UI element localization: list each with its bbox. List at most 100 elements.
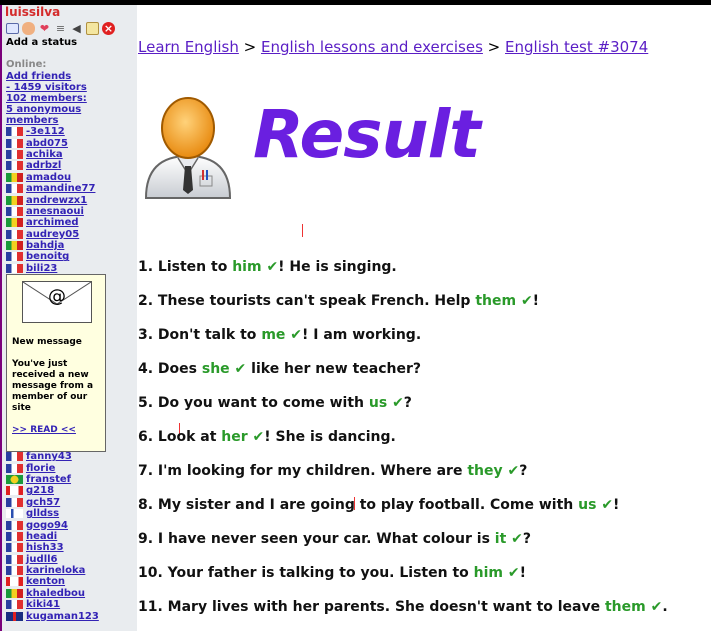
answer-text: 3. Don't talk to [138, 327, 262, 343]
close-icon[interactable]: × [102, 21, 115, 35]
breadcrumb-separator: > [482, 38, 506, 56]
answer-text: 1. Listen to [138, 259, 233, 275]
member-name[interactable]: bahdja [26, 240, 64, 251]
flag-icon [6, 566, 23, 576]
answers-list: 1. Listen to him ✔! He is singing. 2. The… [138, 258, 711, 632]
answer-text: ! [613, 497, 620, 513]
member-name[interactable]: fanny43 [26, 451, 72, 462]
member-item[interactable]: andrewzx1 [2, 194, 137, 206]
member-name[interactable]: kiki41 [26, 599, 60, 610]
mail-icon[interactable] [6, 22, 19, 34]
member-item[interactable]: hish33 [2, 542, 137, 553]
member-name[interactable]: abd075 [26, 138, 68, 149]
answer-word: us [368, 395, 388, 411]
new-message-popup[interactable]: @ New message You've just received a new… [6, 274, 106, 452]
check-icon: ✔ [507, 565, 520, 581]
member-item[interactable]: judll6 [2, 554, 137, 565]
add-status-link[interactable]: Add a status [2, 37, 137, 49]
member-name[interactable]: andrewzx1 [26, 195, 87, 206]
member-name[interactable]: franstef [26, 474, 71, 485]
member-item[interactable]: audrey05 [2, 229, 137, 240]
member-item[interactable]: gogo94 [2, 519, 137, 531]
breadcrumb-lessons[interactable]: English lessons and exercises [261, 38, 483, 56]
answer-text: like her new teacher? [246, 361, 421, 377]
member-name[interactable]: kenton [26, 576, 65, 587]
flag-icon [6, 531, 23, 541]
member-item[interactable]: -3e112 [2, 126, 137, 137]
member-item[interactable]: anesnaoui [2, 206, 137, 217]
answer-line: 11. Mary lives with her parents. She doe… [138, 598, 711, 632]
heart-icon[interactable]: ❤ [38, 22, 51, 35]
members-count[interactable]: 102 members: [2, 93, 137, 104]
member-name[interactable]: anesnaoui [26, 206, 84, 217]
member-name[interactable]: amadou [26, 172, 71, 183]
add-friends-link[interactable]: Add friends [2, 71, 137, 82]
speaker-icon[interactable]: ◀ [70, 22, 83, 35]
member-name[interactable]: amandine77 [26, 183, 95, 194]
member-item[interactable]: gch57 [2, 497, 137, 508]
read-message-link[interactable]: >> READ << [12, 425, 76, 435]
flag-icon [6, 474, 23, 484]
member-item[interactable]: kiki41 [2, 599, 137, 610]
breadcrumb-test[interactable]: English test #3074 [505, 38, 648, 56]
member-item[interactable]: adrbzl [2, 160, 137, 171]
member-name[interactable]: achika [26, 149, 63, 160]
member-name[interactable]: -3e112 [26, 126, 65, 137]
check-icon: ✔ [290, 327, 303, 343]
member-item[interactable]: kugaman123 [2, 610, 137, 622]
member-item[interactable]: glldss [2, 508, 137, 519]
member-name[interactable]: glldss [26, 508, 59, 519]
member-name[interactable]: gch57 [26, 497, 60, 508]
flag-icon [6, 263, 23, 273]
users-icon[interactable] [22, 21, 35, 35]
member-item[interactable]: fanny43 [2, 451, 137, 462]
member-item[interactable]: g218 [2, 485, 137, 496]
answer-line: 1. Listen to him ✔! He is singing. [138, 258, 711, 292]
member-item[interactable]: kenton [2, 576, 137, 587]
member-name[interactable]: karineloka [26, 565, 85, 576]
flag-icon [6, 149, 23, 159]
member-name[interactable]: florie [26, 463, 55, 474]
member-name[interactable]: khaledbou [26, 588, 85, 599]
answer-line: 8. My sister and I are going to play foo… [138, 496, 711, 530]
member-name[interactable]: audrey05 [26, 229, 79, 240]
anonymous-members[interactable]: 5 anonymous [2, 104, 137, 115]
member-name[interactable]: g218 [26, 485, 54, 496]
member-name[interactable]: archimed [26, 217, 79, 228]
member-name[interactable]: gogo94 [26, 520, 68, 531]
member-name[interactable]: judll6 [26, 554, 58, 565]
username[interactable]: luissilva [2, 5, 137, 19]
breadcrumb-separator: > [238, 38, 261, 56]
member-item[interactable]: florie [2, 462, 137, 474]
member-name[interactable]: kugaman123 [26, 611, 99, 622]
member-item[interactable]: karineloka [2, 565, 137, 576]
member-item[interactable]: abd075 [2, 137, 137, 149]
member-name[interactable]: benoitg [26, 251, 69, 262]
check-icon: ✔ [507, 463, 520, 479]
member-item[interactable]: bili23 [2, 263, 137, 274]
member-item[interactable]: archimed [2, 217, 137, 228]
member-item[interactable]: franstef [2, 474, 137, 485]
anonymous-members-suffix[interactable]: members [2, 115, 137, 126]
member-name[interactable]: adrbzl [26, 160, 61, 171]
member-name[interactable]: bili23 [26, 263, 57, 274]
answer-text: 7. I'm looking for my children. Where ar… [138, 463, 468, 479]
member-item[interactable]: achika [2, 149, 137, 160]
visitors-count[interactable]: - 1459 visitors [2, 82, 137, 93]
member-item[interactable]: amandine77 [2, 183, 137, 194]
member-item[interactable]: amadou [2, 172, 137, 183]
member-item[interactable]: headi [2, 531, 137, 542]
list-icon[interactable]: ≡ [54, 22, 67, 35]
member-item[interactable]: khaledbou [2, 588, 137, 599]
member-item[interactable]: bahdja [2, 240, 137, 251]
flag-icon [6, 195, 23, 205]
member-name[interactable]: hish33 [26, 542, 64, 553]
flag-icon [6, 452, 23, 462]
member-name[interactable]: headi [26, 531, 57, 542]
check-icon: ✔ [601, 497, 614, 513]
answer-word: her [221, 429, 248, 445]
member-item[interactable]: benoitg [2, 251, 137, 262]
members-list-continued: fanny43 florie franstef g218 gch57 glldss gogo… [2, 451, 137, 622]
edit-icon[interactable] [86, 21, 99, 35]
breadcrumb-learn-english[interactable]: Learn English [138, 38, 239, 56]
